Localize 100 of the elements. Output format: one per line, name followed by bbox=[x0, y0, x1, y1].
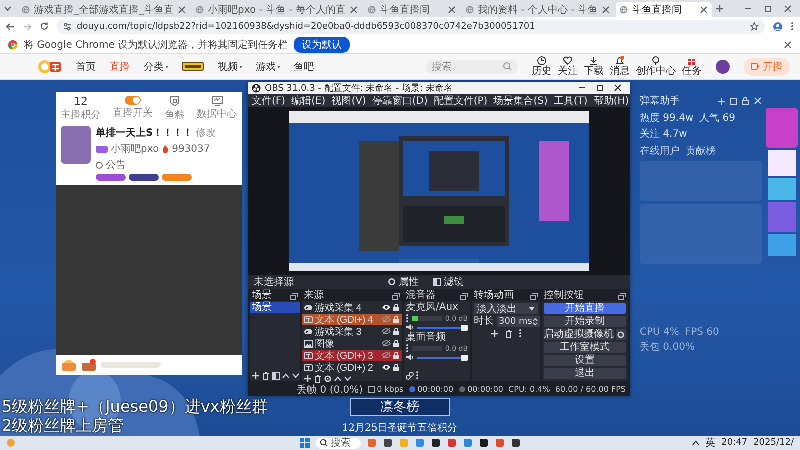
volume-slider[interactable] bbox=[417, 324, 468, 330]
section-link[interactable]: 贡献榜 bbox=[686, 144, 716, 158]
live-toggle[interactable] bbox=[125, 96, 141, 105]
chevron-down-icon[interactable] bbox=[344, 376, 352, 382]
source-item[interactable]: 文本 (GDI+) 3 bbox=[302, 350, 402, 361]
menu-item[interactable]: 帮助(H) bbox=[594, 94, 630, 108]
undock-icon[interactable] bbox=[290, 292, 298, 300]
menu-item[interactable]: 工具(T) bbox=[554, 94, 588, 108]
promo-tag-icon[interactable] bbox=[182, 62, 204, 71]
volume-slider[interactable] bbox=[417, 354, 468, 360]
tab-search-icon[interactable] bbox=[4, 6, 12, 12]
more-icon[interactable] bbox=[406, 344, 409, 353]
input-method[interactable]: 英 bbox=[706, 436, 716, 450]
control-button[interactable]: 工作室模式 bbox=[544, 342, 626, 353]
maximize-icon[interactable] bbox=[596, 84, 604, 92]
toolbar-link[interactable]: 创作中心 bbox=[636, 56, 676, 77]
browser-tab[interactable]: 斗鱼直播间 bbox=[364, 2, 460, 17]
undock-icon[interactable] bbox=[392, 292, 400, 300]
eye-slash-icon[interactable] bbox=[382, 328, 391, 335]
start-icon[interactable] bbox=[300, 438, 310, 448]
promo-banner-drawing[interactable] bbox=[766, 108, 798, 258]
set-default-button[interactable]: 设为默认 bbox=[294, 36, 350, 52]
properties-button[interactable]: 属性 bbox=[388, 275, 419, 289]
trash-icon[interactable] bbox=[262, 372, 270, 380]
source-item[interactable]: 文本 (GDI+) 2 bbox=[302, 362, 402, 373]
toolbar-link[interactable]: 下载 bbox=[584, 56, 604, 77]
slider-thumb[interactable] bbox=[461, 324, 468, 330]
speaker-icon[interactable] bbox=[406, 354, 414, 361]
nav-link[interactable]: 直播 bbox=[110, 60, 130, 74]
section-link[interactable]: 在线用户 bbox=[640, 144, 680, 158]
undock-icon[interactable] bbox=[530, 292, 538, 300]
control-button[interactable]: 开始直播 bbox=[544, 303, 626, 314]
nav-link[interactable]: 鱼吧 bbox=[294, 60, 314, 74]
source-item[interactable]: 游戏采集 4 bbox=[302, 302, 402, 313]
settings-icon[interactable] bbox=[324, 374, 332, 382]
control-button[interactable]: 退出 bbox=[544, 368, 626, 379]
back-arrow-icon[interactable] bbox=[6, 22, 15, 30]
chevron-down-icon[interactable] bbox=[292, 372, 300, 378]
more-icon[interactable] bbox=[518, 329, 522, 338]
control-button[interactable]: 设置 bbox=[544, 355, 626, 366]
source-item[interactable]: 图像 bbox=[302, 338, 402, 349]
undock-icon[interactable] bbox=[618, 292, 626, 300]
browser-tab[interactable]: 我的资料 - 个人中心 - 斗鱼 bbox=[462, 2, 614, 17]
menu-item[interactable]: 配置文件(P) bbox=[434, 94, 488, 108]
toolbar-link[interactable]: 关注 bbox=[558, 56, 578, 77]
action-pill[interactable] bbox=[129, 174, 159, 181]
eye-icon[interactable] bbox=[382, 364, 391, 371]
camera-settings-button[interactable] bbox=[616, 329, 626, 340]
duration-field[interactable]: 300 ms bbox=[497, 316, 540, 327]
profile-icon[interactable] bbox=[773, 22, 783, 32]
toolbar-link[interactable]: 历史 bbox=[532, 56, 552, 77]
eye-slash-icon[interactable] bbox=[382, 352, 391, 359]
eye-slash-icon[interactable] bbox=[382, 340, 391, 347]
menu-item[interactable]: 停靠窗口(D) bbox=[372, 94, 428, 108]
transition-select[interactable]: 淡入淡出 bbox=[474, 303, 538, 314]
toolbar-link[interactable]: 任务 bbox=[682, 56, 702, 77]
nav-link[interactable]: 视频 bbox=[218, 60, 242, 74]
lock-icon[interactable] bbox=[742, 97, 749, 105]
speaker-icon[interactable] bbox=[406, 324, 414, 331]
action-pill[interactable] bbox=[96, 174, 126, 181]
close-icon[interactable] bbox=[614, 84, 622, 92]
menu-item[interactable]: 场景集合(S) bbox=[494, 94, 548, 108]
menu-item[interactable]: 编辑(E) bbox=[292, 94, 326, 108]
nav-link[interactable]: 首页 bbox=[76, 60, 96, 74]
menu-item[interactable]: 视图(V) bbox=[332, 94, 366, 108]
source-item[interactable]: 游戏采集 3 bbox=[302, 326, 402, 337]
close-icon[interactable] bbox=[700, 6, 708, 14]
lock-icon[interactable] bbox=[393, 304, 400, 312]
taskbar-search[interactable]: 搜索 bbox=[316, 438, 361, 448]
close-icon[interactable] bbox=[784, 40, 792, 48]
nav-link[interactable]: 分类 bbox=[144, 60, 168, 74]
browser-tab[interactable]: 游戏直播_全部游戏直播_斗鱼直 bbox=[18, 2, 190, 17]
lock-icon[interactable] bbox=[393, 352, 400, 360]
lock-icon[interactable] bbox=[393, 364, 400, 372]
undock-icon[interactable] bbox=[460, 292, 468, 300]
trash-icon[interactable] bbox=[314, 374, 322, 382]
more-icon[interactable] bbox=[791, 22, 794, 31]
filter-icon[interactable] bbox=[272, 372, 280, 380]
lock-icon[interactable] bbox=[393, 328, 400, 336]
reload-icon[interactable] bbox=[40, 22, 49, 31]
chevron-up-icon[interactable] bbox=[692, 440, 700, 446]
link-icon[interactable] bbox=[406, 372, 414, 380]
lock-icon[interactable] bbox=[393, 340, 400, 348]
avatar[interactable] bbox=[716, 60, 730, 74]
toolbar-link[interactable]: 消息 bbox=[610, 56, 630, 77]
browser-tab[interactable]: 小雨吧pxo - 斗鱼 - 每个人的直 bbox=[192, 2, 362, 17]
menu-item[interactable]: 文件(F) bbox=[252, 94, 286, 108]
move-icon[interactable] bbox=[718, 98, 725, 104]
filters-button[interactable]: 滤镜 bbox=[433, 275, 464, 289]
trash-icon[interactable] bbox=[504, 330, 512, 338]
more-icon[interactable] bbox=[416, 371, 419, 380]
more-icon[interactable] bbox=[406, 314, 409, 323]
control-button[interactable]: 启动虚拟摄像机 bbox=[544, 329, 614, 340]
nav-link[interactable]: 游戏 bbox=[256, 60, 280, 74]
slider-thumb[interactable] bbox=[461, 354, 468, 360]
star-icon[interactable] bbox=[750, 22, 759, 31]
eye-icon[interactable] bbox=[382, 304, 391, 311]
control-button[interactable]: 开始录制 bbox=[544, 316, 626, 327]
browser-tab[interactable]: 斗鱼直播间 bbox=[616, 2, 712, 17]
address-bar[interactable]: douyu.com/topic/ldpsb22?rid=102160938&dyshid=20e0ba0-dddb6593c008370c0742e7b300051701 bbox=[57, 20, 765, 34]
